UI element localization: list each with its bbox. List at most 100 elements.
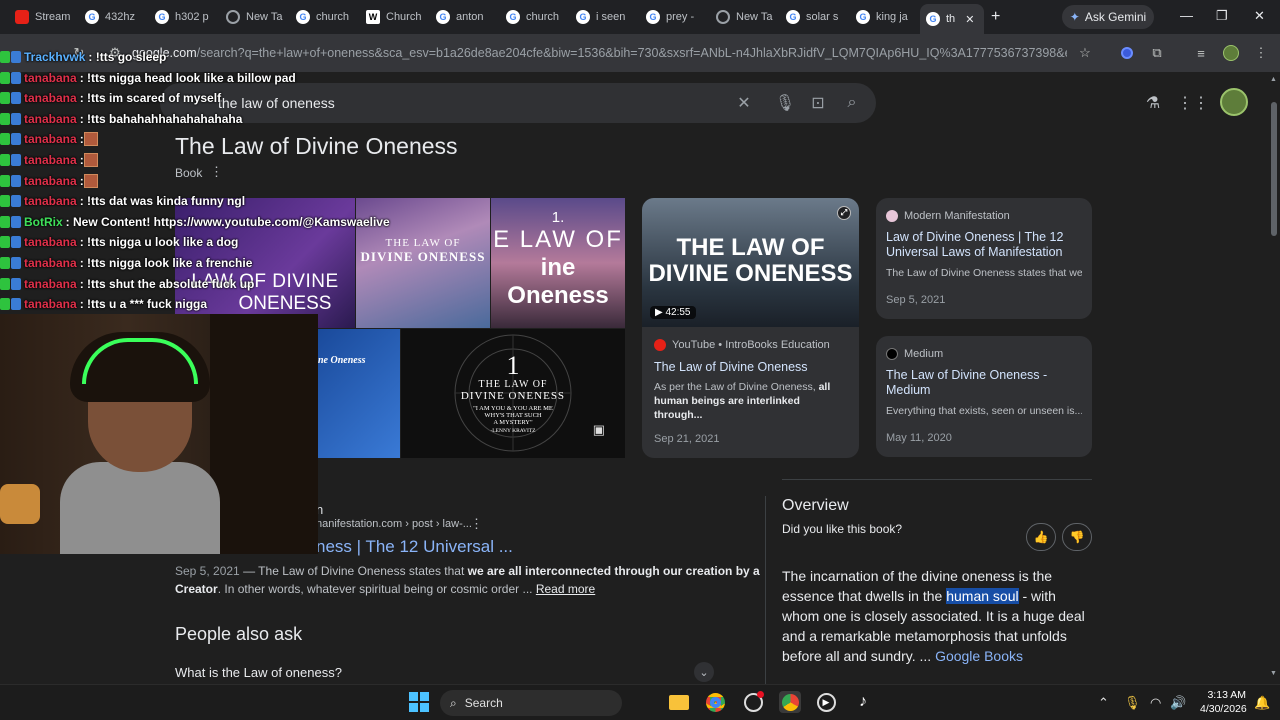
tab-12[interactable]: Gking ja xyxy=(856,6,916,28)
browser-menu-icon[interactable]: ⋮ xyxy=(1252,44,1270,62)
expand-icon[interactable]: ⤢ xyxy=(837,206,851,220)
chrome-taskbar-icon[interactable] xyxy=(704,691,726,713)
tab-5[interactable]: W Church xyxy=(366,6,426,28)
tab-13[interactable]: Gth ✕ xyxy=(920,4,984,34)
tab-2[interactable]: Gh302 p xyxy=(155,6,215,28)
scroll-up-icon[interactable]: ▲ xyxy=(1270,76,1277,83)
minimize-icon[interactable]: — xyxy=(1180,8,1193,23)
tab-0[interactable]: Stream xyxy=(15,6,75,28)
tab-7[interactable]: Gchurch xyxy=(506,6,566,28)
microphone-icon[interactable]: 🎙 xyxy=(1124,695,1141,711)
bookmark-star-icon[interactable]: ☆ xyxy=(1076,44,1094,62)
chrome-icon xyxy=(226,10,240,24)
search-input[interactable] xyxy=(218,92,718,114)
chat-badges xyxy=(0,195,21,208)
video-card[interactable]: THE LAW OF DIVINE ONENESS ⤢ ▶ 42:55 YouT… xyxy=(642,198,859,458)
notifications-icon[interactable]: 🔔 xyxy=(1254,695,1270,711)
tiktok-icon[interactable]: ♪ xyxy=(852,691,874,713)
media-player-icon[interactable]: ▶ xyxy=(815,691,837,713)
tab-10[interactable]: New Ta xyxy=(716,6,776,28)
url-field[interactable]: google.com/search?q=the+law+of+oneness&s… xyxy=(132,46,1067,60)
result-title-link[interactable]: ness | The 12 Universal ... xyxy=(316,537,513,557)
tab-6[interactable]: Ganton xyxy=(436,6,496,28)
chat-badges xyxy=(0,257,21,269)
page-scrollbar[interactable]: ▲ ▼ xyxy=(1268,72,1280,684)
tab-3[interactable]: New Ta xyxy=(226,6,286,28)
image-5-text-7: -LENNY KRAVITZ xyxy=(490,428,536,434)
new-tab-button[interactable]: + xyxy=(991,8,1000,26)
thumbs-up-icon[interactable]: 👍 xyxy=(1026,523,1056,551)
volume-icon[interactable]: 🔊 xyxy=(1170,695,1186,711)
taskbar-search[interactable]: ⌕ Search xyxy=(440,690,622,716)
tab-11[interactable]: Gsolar s xyxy=(786,6,846,28)
tab-8[interactable]: Gi seen xyxy=(576,6,636,28)
result-breadcrumb[interactable]: nanifestation.com › post › law-... xyxy=(316,518,472,530)
tab-1[interactable]: G 432hz xyxy=(85,6,145,28)
media-control-icon[interactable]: ≡ xyxy=(1192,44,1210,62)
clear-search-icon[interactable]: ✕ xyxy=(734,93,754,113)
lens-search-icon[interactable]: ⊡ xyxy=(808,93,828,113)
google-books-link[interactable]: Google Books xyxy=(935,648,1023,664)
tab-label: New Ta xyxy=(736,11,773,23)
chat-message: tanabana: !tts im scared of myself xyxy=(0,89,221,107)
system-clock[interactable]: 3:13 AM 4/30/2026 xyxy=(1200,688,1247,716)
close-tab-icon[interactable]: ✕ xyxy=(965,13,974,26)
overview-top-divider xyxy=(782,479,1092,480)
chat-message: tanabana: !tts shut the absolute fuck up xyxy=(0,275,254,293)
tab-label: prey - xyxy=(666,11,695,23)
tab-label: solar s xyxy=(806,11,839,23)
result-more-icon[interactable]: ⋮ xyxy=(470,516,483,532)
clock-time: 3:13 AM xyxy=(1207,689,1246,701)
apps-grid-icon[interactable]: ⋮⋮ xyxy=(1177,94,1209,112)
video-thumbnail[interactable]: THE LAW OF DIVINE ONENESS ⤢ ▶ 42:55 xyxy=(642,198,859,327)
extensions-puzzle-icon[interactable]: ⧉ xyxy=(1148,44,1166,62)
thumbs-down-icon[interactable]: 👎 xyxy=(1062,523,1092,551)
ask-gemini-button[interactable]: ✦ Ask Gemini xyxy=(1062,5,1154,29)
tab-label: th xyxy=(946,13,956,25)
close-window-icon[interactable]: ✕ xyxy=(1254,8,1265,24)
result-snippet-bold: we are all interconnected through our cr… xyxy=(467,564,760,578)
file-explorer-icon[interactable] xyxy=(668,691,690,713)
article-card-2[interactable]: Medium The Law of Divine Oneness - Mediu… xyxy=(876,336,1092,457)
obs-taskbar-icon[interactable] xyxy=(742,691,764,713)
voice-search-icon[interactable]: 🎙 xyxy=(775,93,795,113)
book-image-4[interactable]: ne Oneness xyxy=(318,329,400,458)
image-5-text-1: 1 xyxy=(506,351,520,380)
article-card-1[interactable]: Modern Manifestation Law of Divine Onene… xyxy=(876,198,1092,319)
tab-9[interactable]: Gprey - xyxy=(646,6,706,28)
scroll-thumb[interactable] xyxy=(1271,102,1277,236)
tab-4[interactable]: Gchurch xyxy=(296,6,356,28)
url-path: /search?q=the+law+of+oneness&sca_esv=b1a… xyxy=(196,46,1067,60)
image-4-text-1: ne Oneness xyxy=(318,355,366,366)
tray-overflow-icon[interactable]: ⌃ xyxy=(1098,695,1109,711)
chat-message: BotRix: New Content! https://www.youtube… xyxy=(0,213,390,231)
card-1-title[interactable]: Law of Divine Oneness | The 12 Universal… xyxy=(886,230,1082,260)
paa-question-1[interactable]: What is the Law of oneness? xyxy=(175,665,342,680)
profile-avatar-icon[interactable] xyxy=(1222,44,1240,62)
extension-icon[interactable] xyxy=(1118,44,1136,62)
account-avatar[interactable] xyxy=(1220,88,1248,116)
ask-gemini-label: Ask Gemini xyxy=(1084,10,1147,24)
windows-start-icon[interactable] xyxy=(408,691,430,713)
chrome-active-taskbar-icon[interactable] xyxy=(779,691,801,713)
scroll-down-icon[interactable]: ▼ xyxy=(1270,670,1277,677)
more-options-icon[interactable]: ⋮ xyxy=(210,164,223,180)
wifi-icon[interactable]: ◠ xyxy=(1150,695,1161,711)
image-search-icon[interactable]: ▣ xyxy=(593,422,605,438)
chat-text: : !tts bahahahhahahahahaha xyxy=(79,111,243,126)
read-more-link[interactable]: Read more xyxy=(536,582,595,596)
book-image-5[interactable]: 1 THE LAW OF DIVINE ONENESS "I AM YOU & … xyxy=(401,329,625,458)
chat-badges xyxy=(0,71,21,84)
people-also-ask-heading: People also ask xyxy=(175,624,303,644)
chat-message: tanabana: xyxy=(0,172,98,190)
labs-flask-icon[interactable]: ⚗ xyxy=(1144,94,1162,112)
video-title[interactable]: The Law of Divine Oneness xyxy=(654,360,808,375)
video-duration-text: 42:55 xyxy=(665,307,691,318)
restore-icon[interactable]: ❐ xyxy=(1216,8,1228,24)
book-image-3[interactable]: 1. E LAW OF ine Oneness xyxy=(491,198,625,328)
card-2-title[interactable]: The Law of Divine Oneness - Medium xyxy=(886,368,1082,398)
chevron-down-icon[interactable]: ⌄ xyxy=(694,662,714,682)
chat-username: tanabana xyxy=(24,194,77,209)
youtube-icon xyxy=(15,10,29,24)
search-icon[interactable]: ⌕ xyxy=(842,93,862,113)
